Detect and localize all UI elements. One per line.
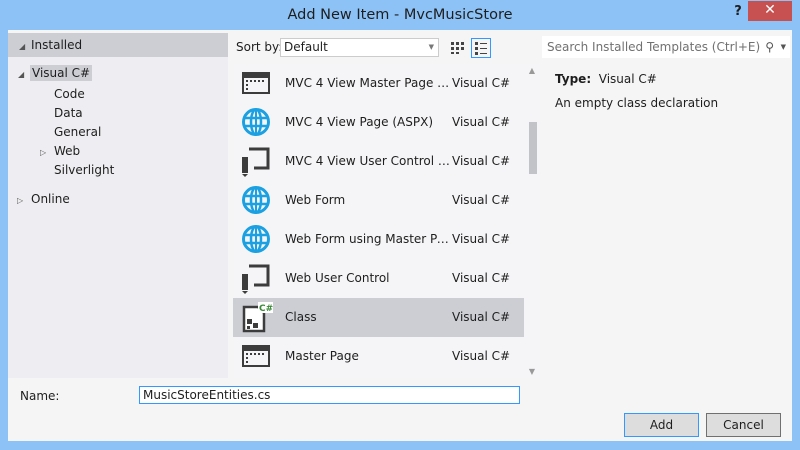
list-view-icon (475, 42, 487, 55)
tree-visual-csharp[interactable]: ◢ Visual C# (18, 65, 93, 81)
template-name: Master Page (285, 349, 359, 363)
template-name: MVC 4 View Page (ASPX) (285, 115, 434, 129)
template-item[interactable]: MVC 4 View Master Page (ASPX)Visual C# (233, 64, 524, 103)
list-view-button[interactable] (471, 38, 491, 58)
template-item[interactable]: MVC 4 View Page (ASPX) Visual C# (233, 103, 524, 142)
template-type-label: Visual C# (452, 154, 511, 168)
add-button[interactable]: Add (624, 413, 699, 437)
scrollbar-thumb[interactable] (529, 122, 537, 174)
type-label: Type: (555, 72, 592, 86)
template-item[interactable]: Master Page Visual C# (233, 337, 524, 376)
template-name: Web Form (285, 193, 346, 207)
globe-icon (241, 185, 271, 215)
template-list-scrollbar[interactable]: ▲ ▼ (524, 64, 540, 378)
small-icons-view-button[interactable] (447, 38, 467, 58)
template-type: Type: Visual C# (555, 72, 657, 86)
tree-online[interactable]: ▷ Online (17, 192, 70, 206)
collapsed-arrow-icon: ▷ (17, 196, 24, 205)
template-name: Web User Control (285, 271, 390, 285)
master-page-icon (241, 68, 271, 98)
scroll-down-icon[interactable]: ▼ (524, 367, 540, 376)
search-placeholder: Search Installed Templates (Ctrl+E) (547, 40, 761, 54)
grid-view-icon (451, 42, 464, 54)
window-title: Add New Item - MvcMusicStore (287, 7, 513, 23)
template-type-label: Visual C# (452, 193, 511, 207)
template-description: An empty class declaration (555, 96, 719, 110)
sort-label: Sort by: (236, 40, 283, 54)
svg-text:C#: C# (259, 304, 273, 314)
template-item[interactable]: Web Form using Master Page Visual C# (233, 220, 524, 259)
user-control-icon (241, 263, 271, 294)
web-label: Web (54, 144, 81, 158)
search-icon[interactable]: ⚲ (765, 36, 774, 58)
sort-value: Default (284, 40, 328, 54)
tree-data[interactable]: Data (54, 106, 83, 120)
template-name: MVC 4 View Master Page (ASPX) (285, 76, 450, 90)
class-icon: C# (241, 302, 273, 333)
template-name: MVC 4 View User Control (ASPX) (285, 154, 450, 168)
template-type-label: Visual C# (452, 76, 511, 90)
tree-general[interactable]: General (54, 125, 101, 139)
search-templates-input[interactable]: Search Installed Templates (Ctrl+E) ⚲ ▼ (542, 36, 790, 58)
chevron-down-icon: ▼ (428, 43, 434, 51)
template-name: Class (285, 310, 317, 324)
tree-installed[interactable]: ◢ Installed (8, 33, 228, 57)
template-item[interactable]: Web Form Visual C# (233, 181, 524, 220)
tree-silverlight[interactable]: Silverlight (54, 163, 114, 177)
tree-web[interactable]: ▷ Web (40, 144, 80, 158)
template-type-label: Visual C# (452, 349, 511, 363)
master-page-icon (241, 341, 271, 371)
expanded-arrow-icon: ◢ (19, 42, 26, 51)
sort-dropdown[interactable]: Default ▼ (280, 38, 439, 57)
online-label: Online (31, 192, 70, 206)
help-button[interactable]: ? (728, 4, 748, 22)
name-input[interactable]: MusicStoreEntities.cs (139, 386, 520, 404)
template-item[interactable]: C# Class Visual C# (233, 298, 524, 337)
close-button[interactable]: ✕ (748, 1, 792, 21)
collapsed-arrow-icon: ▷ (40, 148, 47, 157)
tree-code[interactable]: Code (54, 87, 85, 101)
template-item[interactable]: MVC 4 View User Control (ASPX)Visual C# (233, 142, 524, 181)
visual-csharp-label: Visual C# (30, 65, 93, 81)
scroll-up-icon[interactable]: ▲ (524, 66, 540, 75)
template-name: Web Form using Master Page (285, 232, 450, 246)
user-control-icon (241, 146, 271, 177)
type-value: Visual C# (598, 72, 657, 86)
template-type-label: Visual C# (452, 232, 511, 246)
template-list: MVC 4 View Master Page (ASPX)Visual C#MV… (233, 64, 540, 378)
template-item[interactable]: Web User Control Visual C# (233, 259, 524, 298)
globe-icon (241, 224, 271, 254)
template-type-label: Visual C# (452, 115, 511, 129)
globe-icon (241, 107, 271, 137)
cancel-button[interactable]: Cancel (706, 413, 781, 437)
expanded-arrow-icon: ◢ (18, 70, 25, 79)
chevron-down-icon[interactable]: ▼ (781, 36, 786, 58)
template-type-label: Visual C# (452, 310, 511, 324)
installed-label: Installed (31, 38, 83, 52)
name-label: Name: (20, 389, 60, 403)
template-type-label: Visual C# (452, 271, 511, 285)
